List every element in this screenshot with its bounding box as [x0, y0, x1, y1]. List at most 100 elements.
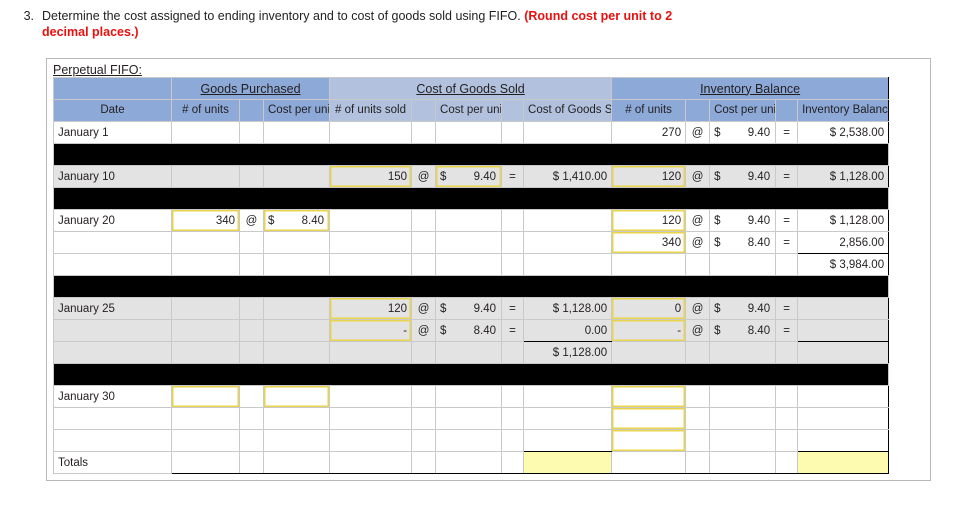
cell-inv-units[interactable]	[611, 253, 687, 276]
cell-gp-cost[interactable]	[262, 165, 331, 188]
cell-inv-total	[797, 429, 890, 452]
cell-gp-cost[interactable]	[262, 231, 331, 254]
cell-gp-units[interactable]	[171, 385, 240, 408]
cell-inv-units[interactable]	[611, 451, 687, 474]
cell-cogs-units[interactable]: 150	[329, 165, 413, 188]
cell-gp-units[interactable]	[171, 341, 240, 364]
gp-cost-value: 8.40	[301, 214, 325, 227]
row-date: January 20	[53, 209, 172, 232]
group-inventory-balance-label: Inventory Balance	[700, 81, 801, 96]
cell-cogs-cost[interactable]	[435, 253, 503, 276]
cell-cogs-at	[411, 451, 437, 474]
row-date: January 1	[53, 121, 172, 144]
col-gp-at	[239, 99, 264, 122]
cell-cogs-eq	[501, 407, 525, 430]
inv-cost-value: 9.40	[747, 126, 771, 139]
cell-inv-units[interactable]: 270	[611, 121, 687, 144]
cell-gp-units[interactable]	[171, 231, 240, 254]
cell-cogs-units[interactable]	[329, 451, 413, 474]
cell-cogs-units[interactable]	[329, 341, 413, 364]
cell-gp-cost[interactable]	[262, 297, 331, 320]
cell-gp-cost[interactable]	[262, 319, 331, 342]
cell-cogs-units[interactable]	[329, 407, 413, 430]
cell-inv-units[interactable]: 0	[611, 297, 687, 320]
cell-cogs-units[interactable]	[329, 385, 413, 408]
cell-gp-units[interactable]	[171, 319, 240, 342]
cell-inv-at	[685, 341, 711, 364]
cell-gp-units[interactable]: 340	[171, 209, 240, 232]
cell-inv-cost[interactable]: $ 9.40	[709, 121, 777, 144]
cell-cogs-cost[interactable]	[435, 209, 503, 232]
cell-cogs-cost[interactable]	[435, 451, 503, 474]
cell-cogs-total-input[interactable]	[523, 451, 613, 474]
cell-inv-total-input[interactable]	[797, 451, 890, 474]
cell-inv-cost[interactable]	[709, 407, 777, 430]
cell-cogs-units[interactable]	[329, 231, 413, 254]
cell-cogs-units[interactable]	[329, 209, 413, 232]
cell-cogs-units[interactable]: -	[329, 319, 413, 342]
row-separator	[52, 275, 890, 298]
cell-cogs-cost[interactable]: $ 9.40	[435, 297, 503, 320]
cell-cogs-eq	[501, 121, 525, 144]
cell-inv-cost[interactable]	[709, 253, 777, 276]
group-cost-of-goods-sold-label: Cost of Goods Sold	[416, 81, 525, 96]
cell-inv-units[interactable]	[611, 407, 687, 430]
cell-inv-cost[interactable]	[709, 429, 777, 452]
cell-cogs-cost[interactable]	[435, 231, 503, 254]
cell-inv-units[interactable]: -	[611, 319, 687, 342]
row-date: January 10	[53, 165, 172, 188]
cell-gp-units[interactable]	[171, 297, 240, 320]
cell-gp-cost[interactable]	[262, 451, 331, 474]
cell-inv-cost[interactable]	[709, 341, 777, 364]
cell-gp-cost[interactable]	[262, 341, 331, 364]
cell-gp-units[interactable]	[171, 253, 240, 276]
cell-gp-units[interactable]	[171, 429, 240, 452]
cell-inv-cost[interactable]: $ 8.40	[709, 231, 777, 254]
col-inv-total: Inventory Balance	[797, 99, 890, 122]
cell-cogs-cost[interactable]	[435, 407, 503, 430]
cell-gp-cost[interactable]	[262, 407, 331, 430]
cell-inv-units[interactable]: 120	[611, 209, 687, 232]
cell-gp-cost[interactable]: $ 8.40	[262, 209, 331, 232]
cell-cogs-cost[interactable]: $ 9.40	[435, 165, 503, 188]
cell-inv-units[interactable]: 340	[611, 231, 687, 254]
cell-gp-cost[interactable]	[262, 429, 331, 452]
cell-inv-cost[interactable]	[709, 451, 777, 474]
cell-inv-units[interactable]	[611, 429, 687, 452]
cell-inv-at	[685, 429, 711, 452]
cell-gp-units[interactable]	[171, 121, 240, 144]
cell-inv-units[interactable]	[611, 385, 687, 408]
cell-gp-units[interactable]	[171, 407, 240, 430]
cell-inv-cost[interactable]: $ 9.40	[709, 297, 777, 320]
cell-inv-cost[interactable]	[709, 385, 777, 408]
cell-cogs-units[interactable]	[329, 429, 413, 452]
dollar-sign: $	[714, 236, 721, 249]
cell-inv-units[interactable]	[611, 341, 687, 364]
cell-inv-cost[interactable]: $ 9.40	[709, 165, 777, 188]
dollar-sign: $	[714, 214, 721, 227]
cell-inv-cost[interactable]: $ 9.40	[709, 209, 777, 232]
cell-cogs-eq: =	[501, 297, 525, 320]
cell-gp-cost[interactable]	[262, 121, 331, 144]
cell-cogs-cost[interactable]	[435, 385, 503, 408]
cell-cogs-cost[interactable]	[435, 121, 503, 144]
cell-cogs-units[interactable]	[329, 253, 413, 276]
col-cogs-at	[411, 99, 437, 122]
cell-inv-units[interactable]: 120	[611, 165, 687, 188]
cell-inv-cost[interactable]: $ 8.40	[709, 319, 777, 342]
cell-gp-units[interactable]	[171, 451, 240, 474]
cell-inv-at: @	[685, 121, 711, 144]
cell-cogs-cost[interactable]	[435, 429, 503, 452]
cell-gp-cost[interactable]	[262, 253, 331, 276]
cell-cogs-total: $ 1,410.00	[523, 165, 613, 188]
cell-cogs-units[interactable]	[329, 121, 413, 144]
cell-cogs-total: 0.00	[523, 319, 613, 342]
cell-cogs-at	[411, 429, 437, 452]
cell-gp-units[interactable]	[171, 165, 240, 188]
inv-cost-value: 8.40	[747, 236, 771, 249]
row-date	[53, 407, 172, 430]
cell-cogs-cost[interactable]	[435, 341, 503, 364]
cell-gp-cost[interactable]	[262, 385, 331, 408]
cell-cogs-cost[interactable]: $ 8.40	[435, 319, 503, 342]
cell-cogs-units[interactable]: 120	[329, 297, 413, 320]
